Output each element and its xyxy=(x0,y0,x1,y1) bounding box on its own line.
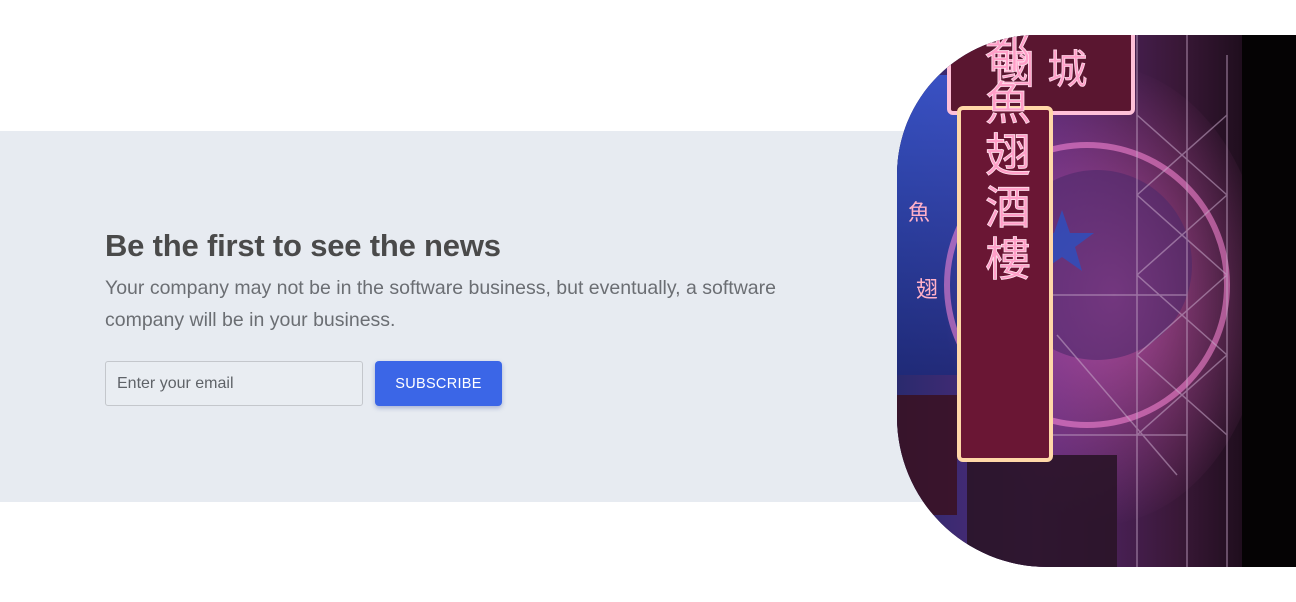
subscribe-form: SUBSCRIBE xyxy=(105,361,502,406)
side-sign-char-2: 翅 xyxy=(916,278,938,303)
neon-sign-photo: 國 城 銀都魚翅酒樓 魚 翅 xyxy=(897,35,1296,567)
email-input[interactable] xyxy=(105,361,363,406)
newsletter-content: Be the first to see the news Your compan… xyxy=(105,226,825,336)
side-sign-char-1: 魚 xyxy=(908,201,930,226)
newsletter-heading: Be the first to see the news xyxy=(105,228,501,263)
newsletter-description: Your company may not be in the software … xyxy=(105,277,776,331)
page: Be the first to see the news Your compan… xyxy=(0,0,1296,602)
subscribe-button[interactable]: SUBSCRIBE xyxy=(375,361,502,406)
neon-sign-text: 銀都魚翅酒樓 xyxy=(978,35,1032,287)
